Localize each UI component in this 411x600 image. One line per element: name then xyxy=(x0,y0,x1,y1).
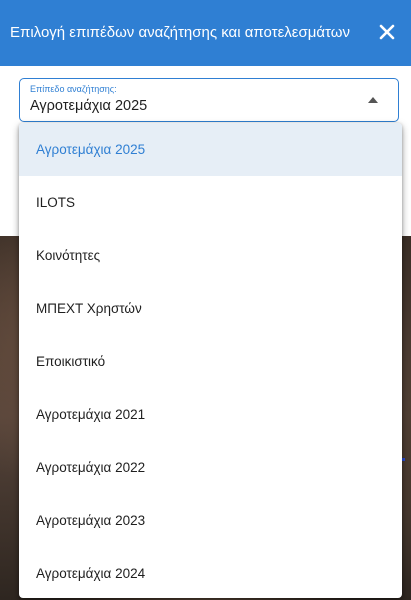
dialog-title: Επιλογή επιπέδων αναζήτησης και αποτελεσ… xyxy=(10,24,350,41)
dropdown-option[interactable]: Κοινότητες xyxy=(19,229,402,282)
dropdown-option[interactable]: Αγροτεμάχια 2024 xyxy=(19,547,402,598)
select-label: Επίπεδο αναζήτησης: xyxy=(30,84,117,94)
caret-up-icon[interactable] xyxy=(368,97,378,103)
page: Επιλογή επιπέδων αναζήτησης και αποτελεσ… xyxy=(0,0,411,600)
dropdown-option[interactable]: ΜΠΕΧΤ Χρηστών xyxy=(19,282,402,335)
close-button[interactable] xyxy=(375,20,399,44)
search-level-select[interactable]: Επίπεδο αναζήτησης: Αγροτεμάχια 2025 xyxy=(19,78,399,122)
dropdown-menu: Αγροτεμάχια 2025 ILOTS Κοινότητες ΜΠΕΧΤ Χρη… xyxy=(19,123,402,598)
dropdown-option[interactable]: ILOTS xyxy=(19,176,402,229)
dropdown-option[interactable]: Αγροτεμάχια 2022 xyxy=(19,441,402,494)
select-value: Αγροτεμάχια 2025 xyxy=(30,98,148,114)
dropdown-option[interactable]: Αγροτεμάχια 2025 xyxy=(19,123,402,176)
dropdown-option[interactable]: Αγροτεμάχια 2021 xyxy=(19,388,402,441)
dropdown-option[interactable]: Εποικιστικό xyxy=(19,335,402,388)
close-icon xyxy=(379,24,395,40)
dialog-header: Επιλογή επιπέδων αναζήτησης και αποτελεσ… xyxy=(0,0,411,66)
dropdown-option[interactable]: Αγροτεμάχια 2023 xyxy=(19,494,402,547)
